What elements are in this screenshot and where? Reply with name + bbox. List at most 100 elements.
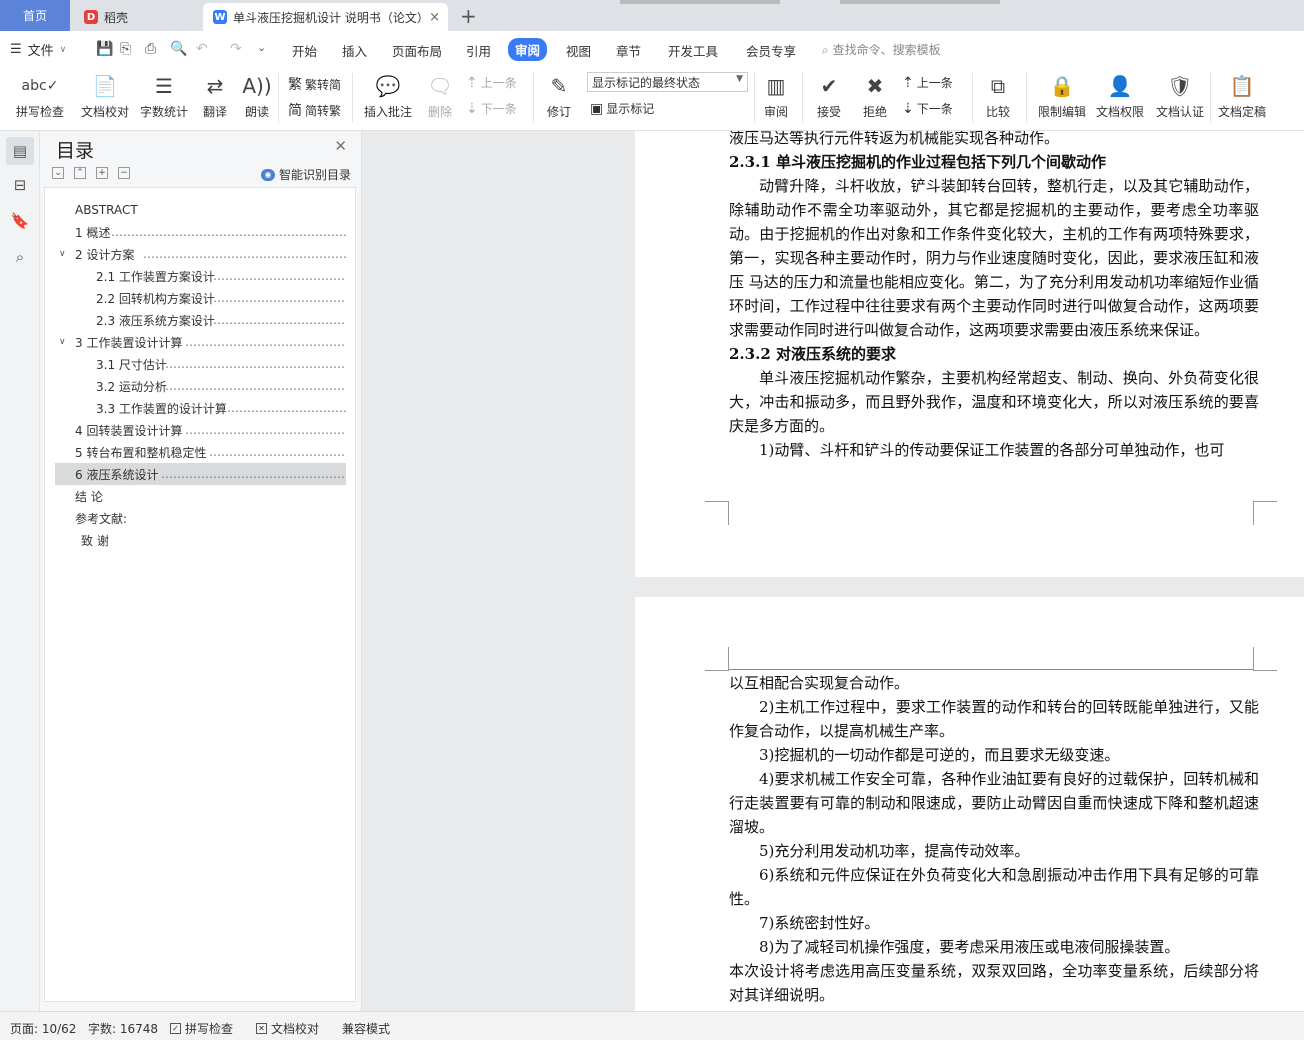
review-pane-button[interactable]: ▥ 审阅	[758, 71, 794, 120]
close-icon[interactable]: ✕	[334, 137, 347, 155]
new-tab-button[interactable]: +	[460, 4, 477, 28]
command-search[interactable]: ⌕ 查找命令、搜索模板	[822, 41, 941, 58]
track-changes-button[interactable]: ✎ 修订	[540, 71, 578, 120]
reject-button[interactable]: ✖ 拒绝	[856, 71, 894, 120]
trad-to-simp-button[interactable]: 繁 繁转简	[288, 74, 341, 94]
next-comment-icon: ⇣	[466, 100, 478, 117]
menu-member[interactable]: 会员专享	[746, 41, 796, 60]
menu-chapter[interactable]: 章节	[616, 41, 641, 60]
spell-check-icon: abc✓	[21, 78, 59, 94]
toc-item[interactable]: 4 回转装置设计计算………………………………………………………………	[55, 419, 346, 441]
spell-check-button[interactable]: abc✓ 拼写检查	[10, 71, 70, 120]
page-text[interactable]: 液压马达等执行元件转返为机械能实现各种动作。 2.3.1 单斗液压挖掘机的作业过…	[729, 131, 1259, 462]
word-count-indicator-label: 字数: 16748	[88, 1022, 159, 1036]
simp-to-trad-button[interactable]: 简 简转繁	[288, 100, 341, 120]
toc-item[interactable]: 2.1 工作装置方案设计……………………………………………………………	[55, 265, 346, 287]
toc-item[interactable]: 3.1 尺寸估计………………………………………………………………………	[55, 353, 346, 375]
status-spell-check[interactable]: ✓ 拼写检查	[170, 1020, 233, 1037]
compare-button[interactable]: ⧉ 比较	[978, 71, 1018, 120]
output-icon[interactable]: ⎘	[120, 41, 131, 57]
toc-item[interactable]: 1 概述…………………………………………………………………………………	[55, 221, 346, 243]
bookmark-icon[interactable]: 🔖	[6, 207, 34, 235]
track-changes-label: 修订	[546, 105, 571, 119]
menu-layout[interactable]: 页面布局	[392, 41, 442, 60]
translate-button[interactable]: ⇄ 翻译	[196, 71, 234, 120]
save-icon[interactable]: 💾	[96, 41, 113, 57]
toc-item[interactable]: ∨ 3 工作装置设计计算………………………………………………………………	[55, 331, 346, 353]
toc-item[interactable]: 2.2 回转机构方案设计……………………………………………………………	[55, 287, 346, 309]
expand-all-icon[interactable]: ⌃	[74, 167, 86, 179]
undo-icon[interactable]: ↶	[196, 41, 208, 57]
delete-comment-button[interactable]: 🗨 删除	[420, 71, 460, 120]
tab-home[interactable]: 首页	[0, 0, 70, 31]
toc-item[interactable]: ABSTRACT	[55, 199, 346, 221]
tab-document[interactable]: W 单斗液压挖掘机设计 说明书（论文） ×	[203, 3, 448, 31]
read-aloud-button[interactable]: A)) 朗读	[242, 71, 272, 120]
find-icon[interactable]: ⌕	[6, 243, 34, 271]
document-workspace[interactable]: 液压马达等执行元件转返为机械能实现各种动作。 2.3.1 单斗液压挖掘机的作业过…	[362, 131, 1304, 1011]
print-preview-icon[interactable]: 🔍	[170, 41, 187, 57]
prev-comment-button[interactable]: ⇡ 上一条	[466, 74, 517, 91]
toc-item-label: 2.2 回转机构方案设计	[96, 291, 215, 306]
doc-proof-button[interactable]: 📄 文档校对	[78, 71, 132, 120]
toc-item[interactable]: 参考文献:	[55, 507, 346, 529]
accept-button[interactable]: ✔ 接受	[810, 71, 848, 120]
print-icon[interactable]: ⎙	[145, 41, 156, 57]
smart-toc-button[interactable]: ◉ 智能识别目录	[260, 166, 351, 183]
menu-developer[interactable]: 开发工具	[668, 41, 718, 60]
doc-proof-label: 文档校对	[80, 105, 129, 119]
lock-doc-icon: 🔒	[1049, 74, 1075, 98]
show-markup-button[interactable]: ▣ 显示标记	[590, 100, 654, 117]
toc-item[interactable]: 5 转台布置和整机稳定性…………………………………………………………	[55, 441, 346, 463]
chevron-down-icon[interactable]: ∨	[59, 337, 66, 347]
file-menu[interactable]: ☰ 文件 ∨	[10, 40, 66, 59]
toc-item-label: 2 设计方案	[75, 247, 135, 262]
restrict-edit-button[interactable]: 🔒 限制编辑	[1036, 71, 1088, 120]
paragraph: 5)充分利用发动机功率，提高传动效率。	[759, 842, 1030, 860]
insert-comment-button[interactable]: 💬 插入批注	[362, 71, 414, 120]
x-box-icon: ✕	[256, 1023, 267, 1034]
next-comment-button[interactable]: ⇣ 下一条	[466, 100, 517, 117]
menu-insert[interactable]: 插入	[342, 41, 367, 60]
doc-permission-button[interactable]: 👤 文档权限	[1094, 71, 1146, 120]
toc-item-selected[interactable]: 6 液压系统设计……………………………………………………………………	[55, 463, 346, 485]
toc-item[interactable]: 2.3 液压系统方案设计……………………………………………………………	[55, 309, 346, 331]
markup-state-select[interactable]: 显示标记的最终状态 ▼	[587, 72, 748, 92]
tab-close-icon[interactable]: ×	[429, 10, 440, 25]
paragraph: 动臂升降，斗杆收放，铲斗装卸转台回转，整机行走，以及其它辅助动作，除辅助动作不需…	[729, 177, 1259, 339]
prev-comment-icon: ⇡	[466, 74, 478, 91]
status-doc-proof[interactable]: ✕ 文档校对	[256, 1020, 319, 1037]
customize-icon[interactable]: ⌄	[257, 41, 266, 54]
document-page[interactable]: 以互相配合实现复合动作。 2)主机工作过程中，要求工作装置的动作和转台的回转既能…	[635, 597, 1304, 1011]
toc-item[interactable]: 3.3 工作装置的设计计算…………………………………………………………	[55, 397, 346, 419]
word-count-icon: ☰	[155, 74, 173, 98]
toc-item[interactable]: ∨ 2 设计方案 ……………………………………………………………………………	[55, 243, 346, 265]
page-indicator[interactable]: 页面: 10/62	[10, 1020, 76, 1037]
chevron-down-icon[interactable]: ∨	[59, 249, 66, 259]
plus-icon[interactable]: +	[96, 167, 108, 179]
menu-reference[interactable]: 引用	[466, 41, 491, 60]
paragraph: 以互相配合实现复合动作。	[729, 674, 910, 692]
finalize-button[interactable]: 📋 文档定稿	[1216, 71, 1268, 120]
next-change-button[interactable]: ⇣ 下一条	[902, 100, 953, 117]
tab-docer[interactable]: D 稻壳	[74, 3, 199, 31]
markup-state-value: 显示标记的最终状态	[592, 76, 701, 90]
prev-change-button[interactable]: ⇡ 上一条	[902, 74, 953, 91]
menu-view[interactable]: 视图	[566, 41, 591, 60]
word-count-button[interactable]: ☰ 字数统计	[138, 71, 190, 120]
word-count-indicator[interactable]: 字数: 16748	[88, 1020, 158, 1037]
toc-item[interactable]: 致 谢	[55, 529, 346, 551]
minus-icon[interactable]: −	[118, 167, 130, 179]
doc-certify-button[interactable]: 🛡 文档认证	[1154, 71, 1206, 120]
page-text[interactable]: 以互相配合实现复合动作。 2)主机工作过程中，要求工作装置的动作和转台的回转既能…	[729, 671, 1259, 1007]
menu-review[interactable]: 审阅	[508, 38, 548, 61]
redo-icon[interactable]: ↷	[230, 41, 242, 57]
menu-start[interactable]: 开始	[292, 41, 317, 60]
collapse-all-icon[interactable]: ⌄	[52, 167, 64, 179]
toc-item[interactable]: 结 论	[55, 485, 346, 507]
toc-item[interactable]: 3.2 运动分析………………………………………………………………………	[55, 375, 346, 397]
document-page[interactable]: 液压马达等执行元件转返为机械能实现各种动作。 2.3.1 单斗液压挖掘机的作业过…	[635, 131, 1304, 577]
chapter-nav-icon[interactable]: ⊟	[6, 171, 34, 199]
show-markup-label: 显示标记	[606, 102, 655, 116]
toc-panel-icon[interactable]: ▤	[6, 137, 34, 165]
